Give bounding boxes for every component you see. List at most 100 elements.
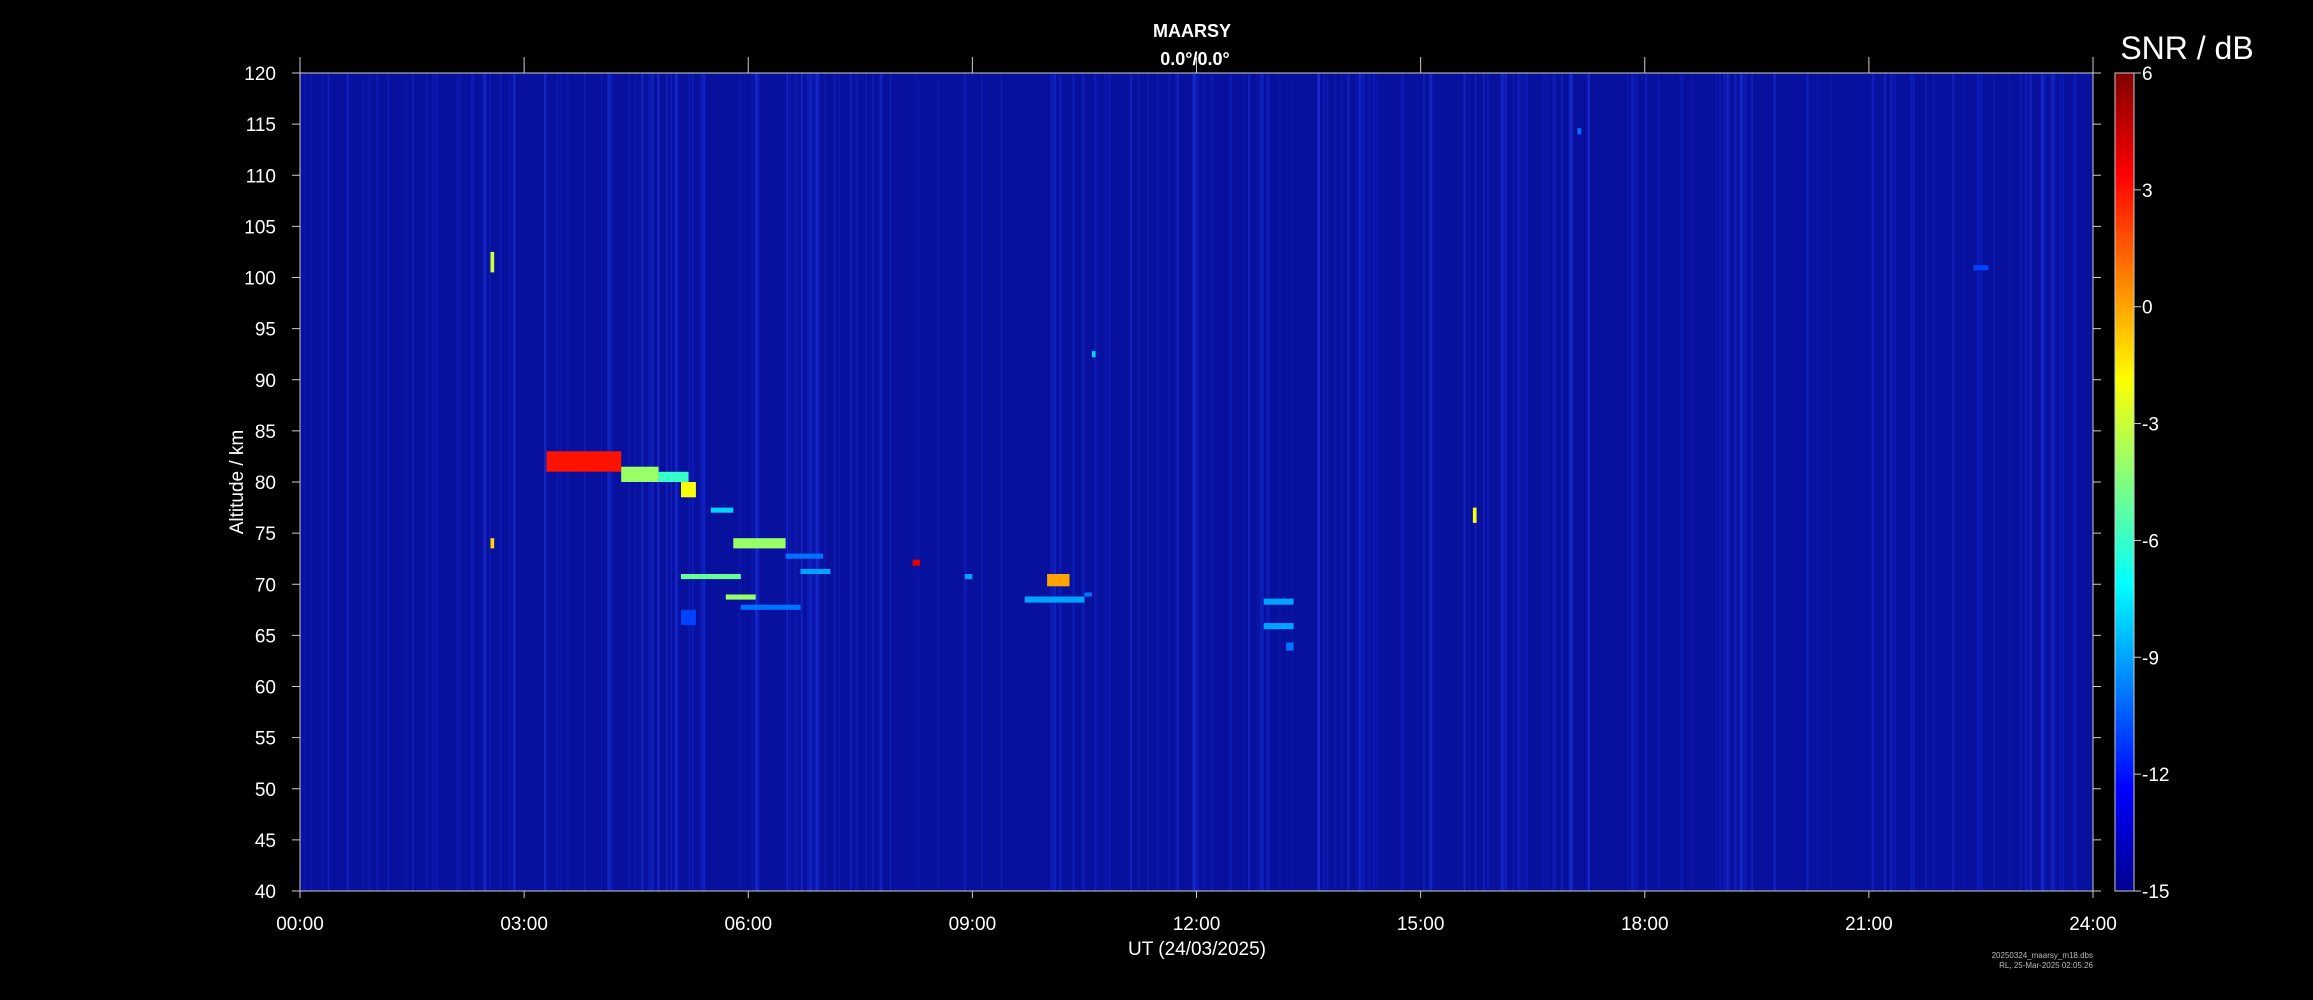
noise-streak	[2026, 73, 2029, 891]
noise-streak	[1830, 73, 1833, 891]
noise-streak	[404, 73, 408, 891]
x-tick-label: 00:00	[276, 914, 324, 935]
echo-mark	[710, 507, 734, 513]
noise-streak	[2051, 73, 2054, 891]
x-tick-label: 09:00	[949, 914, 997, 935]
echo-mark	[546, 451, 622, 472]
noise-streak	[1939, 73, 1941, 891]
noise-streak	[543, 73, 547, 891]
noise-streak	[800, 73, 803, 891]
noise-streak	[387, 73, 390, 891]
chart-title: MAARSY	[1153, 21, 1231, 41]
noise-streak	[303, 73, 306, 891]
y-tick-label: 120	[244, 64, 276, 85]
echo-mark	[621, 466, 659, 482]
noise-streak	[1210, 73, 1214, 891]
noise-streak	[981, 73, 983, 891]
y-tick-label: 60	[255, 678, 276, 699]
noise-streak	[1726, 73, 1729, 891]
noise-streak	[702, 73, 706, 891]
noise-streak	[1690, 73, 1693, 891]
noise-streak	[1177, 73, 1180, 891]
noise-streak	[1049, 73, 1053, 891]
noise-streak	[1669, 73, 1671, 891]
colorbar-title: SNR / dB	[2120, 30, 2253, 66]
echo-mark	[725, 594, 756, 600]
x-tick-label: 18:00	[1621, 914, 1669, 935]
noise-streak	[1326, 73, 1329, 891]
noise-streak	[1376, 73, 1379, 891]
noise-streak	[566, 73, 569, 891]
noise-streak	[1546, 73, 1549, 891]
y-axis-label: Altitude / km	[227, 430, 248, 535]
noise-streak	[855, 73, 859, 891]
noise-streak	[1523, 73, 1525, 891]
noise-streak	[426, 73, 428, 891]
noise-streak	[456, 73, 459, 891]
noise-streak	[1248, 73, 1251, 891]
noise-streak	[793, 73, 795, 891]
echo-mark	[740, 604, 801, 610]
noise-streak	[1167, 73, 1171, 891]
echo-mark	[1973, 265, 1989, 271]
noise-streak	[833, 73, 837, 891]
noise-streak	[879, 73, 883, 891]
noise-streak	[757, 73, 760, 891]
noise-streak	[489, 73, 491, 891]
noise-streak	[1893, 73, 1897, 891]
noise-streak	[1368, 73, 1371, 891]
noise-streak	[806, 73, 810, 891]
noise-streak	[1932, 73, 1935, 891]
noise-streak	[470, 73, 474, 891]
noise-streak	[459, 73, 462, 891]
noise-streak	[1059, 73, 1062, 891]
echo-mark	[785, 553, 823, 559]
colorbar-ticks: 6 3 0 -3 -6 -9 -12 -15	[2134, 64, 2169, 903]
noise-streak	[376, 73, 379, 891]
noise-streak	[701, 73, 703, 891]
noise-streak	[1719, 73, 1721, 891]
noise-streak	[1979, 73, 1983, 891]
noise-streak	[754, 73, 758, 891]
noise-streak	[1094, 73, 1096, 891]
noise-streak	[1147, 73, 1149, 891]
noise-streak	[1743, 73, 1745, 891]
y-tick-label: 85	[255, 422, 276, 443]
noise-streak	[483, 73, 487, 891]
x-tick-label: 15:00	[1397, 914, 1445, 935]
x-tick-label: 21:00	[1845, 914, 1893, 935]
noise-streak	[1356, 73, 1358, 891]
y-tick-label: 50	[255, 780, 276, 801]
noise-streak	[1587, 73, 1590, 891]
noise-streak	[2029, 73, 2033, 891]
colorbar-tick-label: 6	[2142, 64, 2153, 85]
noise-streak	[1723, 73, 1726, 891]
noise-streak	[823, 73, 826, 891]
noise-streak	[1468, 73, 1470, 891]
noise-streak	[813, 73, 815, 891]
noise-streak	[1104, 73, 1107, 891]
noise-streak	[509, 73, 512, 891]
noise-streak	[1137, 73, 1140, 891]
colorbar-tick-label: -9	[2142, 648, 2159, 669]
noise-streak	[2049, 73, 2051, 891]
footer-timestamp: RL, 25-Mar-2025 02:05:26	[1999, 961, 2093, 970]
colorbar-tick-label: 0	[2142, 298, 2153, 319]
noise-streak	[412, 73, 414, 891]
y-tick-label: 110	[246, 166, 276, 187]
footer-filename: 20250324_maarsy_m18.dbs	[1992, 951, 2093, 960]
noise-streak	[1362, 73, 1365, 891]
noise-streak	[601, 73, 602, 891]
y-tick-label: 70	[255, 575, 276, 596]
noise-streak	[1192, 73, 1196, 891]
y-tick-label: 40	[255, 882, 276, 903]
echo-mark	[1047, 574, 1070, 587]
noise-streak	[556, 73, 559, 891]
noise-streak	[1751, 73, 1754, 891]
colorbar: 6 3 0 -3 -6 -9 -12 -15 SNR / dB	[2114, 30, 2254, 903]
noise-streak	[1402, 73, 1405, 891]
echo-mark	[912, 559, 921, 566]
noise-streak	[1341, 73, 1343, 891]
noise-streak	[2059, 73, 2062, 891]
noise-streak	[1715, 73, 1717, 891]
